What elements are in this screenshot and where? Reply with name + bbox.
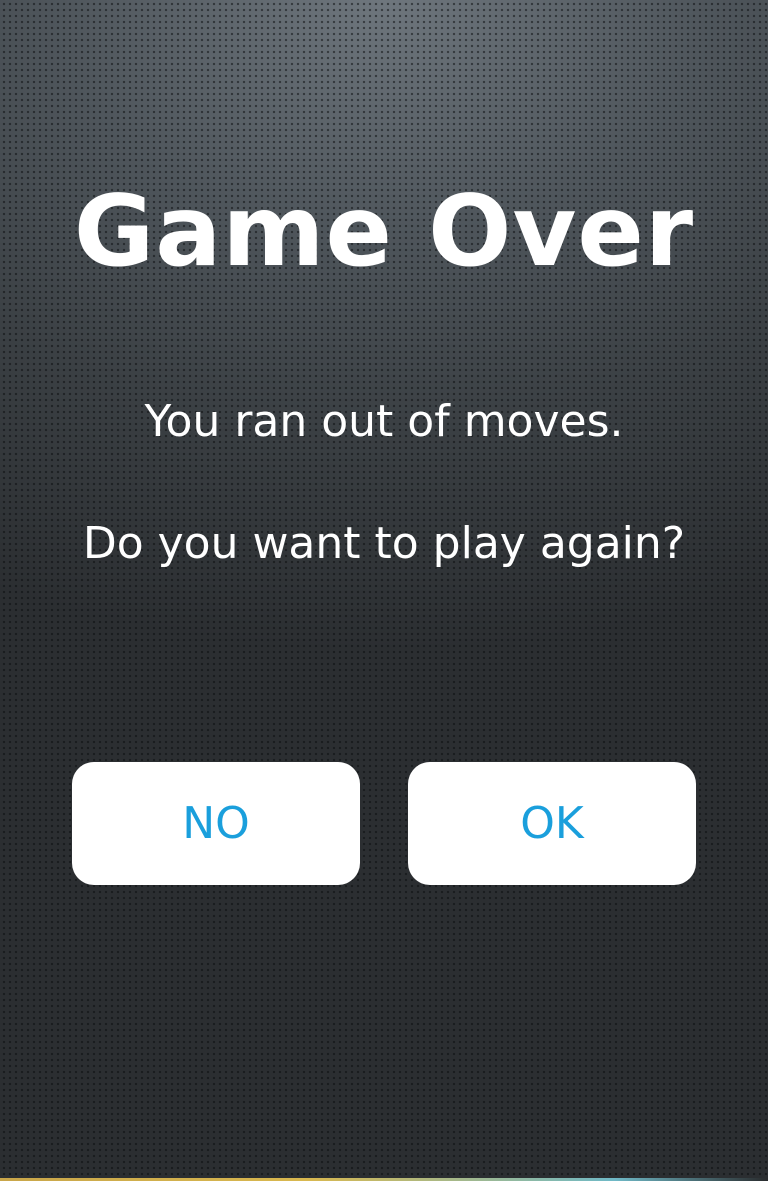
ok-button[interactable]: OK — [408, 762, 696, 885]
game-over-title: Game Over — [73, 175, 695, 289]
ok-button-label: OK — [520, 798, 584, 849]
game-over-screen: Game Over You ran out of moves. Do you w… — [0, 0, 768, 1181]
out-of-moves-message: You ran out of moves. — [144, 396, 624, 447]
no-button[interactable]: NO — [72, 762, 360, 885]
no-button-label: NO — [182, 798, 250, 849]
play-again-prompt: Do you want to play again? — [82, 518, 686, 569]
